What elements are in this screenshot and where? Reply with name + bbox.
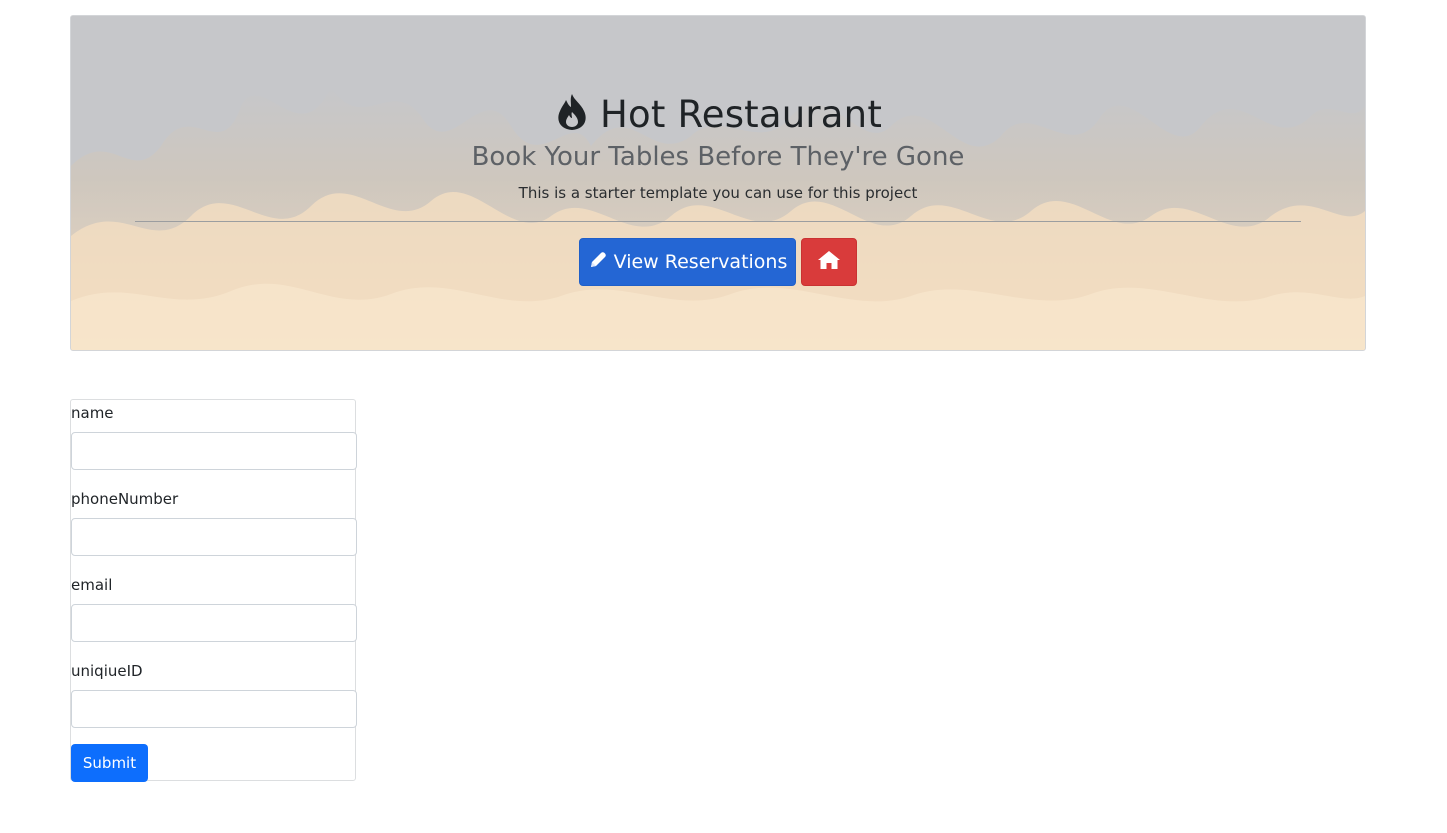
unique-id-label: uniqiueID <box>71 662 143 680</box>
unique-id-field[interactable] <box>71 690 357 728</box>
phone-number-label: phoneNumber <box>71 490 179 508</box>
subtitle: Book Your Tables Before They're Gone <box>471 142 965 172</box>
reservation-form: name phoneNumber email uniqiueID Submit <box>70 399 357 782</box>
page-title: Hot Restaurant <box>71 92 1365 136</box>
view-reservations-button[interactable]: View Reservations <box>579 238 796 286</box>
email-field[interactable] <box>71 604 357 642</box>
fire-icon <box>554 92 590 136</box>
name-field[interactable] <box>71 432 357 470</box>
divider <box>135 221 1301 222</box>
flames-background <box>71 16 1365 350</box>
home-icon <box>817 249 841 275</box>
home-button[interactable] <box>801 238 857 286</box>
pencil-icon <box>588 250 608 275</box>
name-label: name <box>71 404 114 422</box>
submit-button[interactable]: Submit <box>71 744 148 782</box>
phone-number-field[interactable] <box>71 518 357 556</box>
lead-text: This is a starter template you can use f… <box>518 184 918 202</box>
view-reservations-label: View Reservations <box>613 251 788 273</box>
jumbotron-header: Hot Restaurant Book Your Tables Before T… <box>70 15 1366 351</box>
title-text: Hot Restaurant <box>599 92 883 136</box>
email-label: email <box>71 576 113 594</box>
